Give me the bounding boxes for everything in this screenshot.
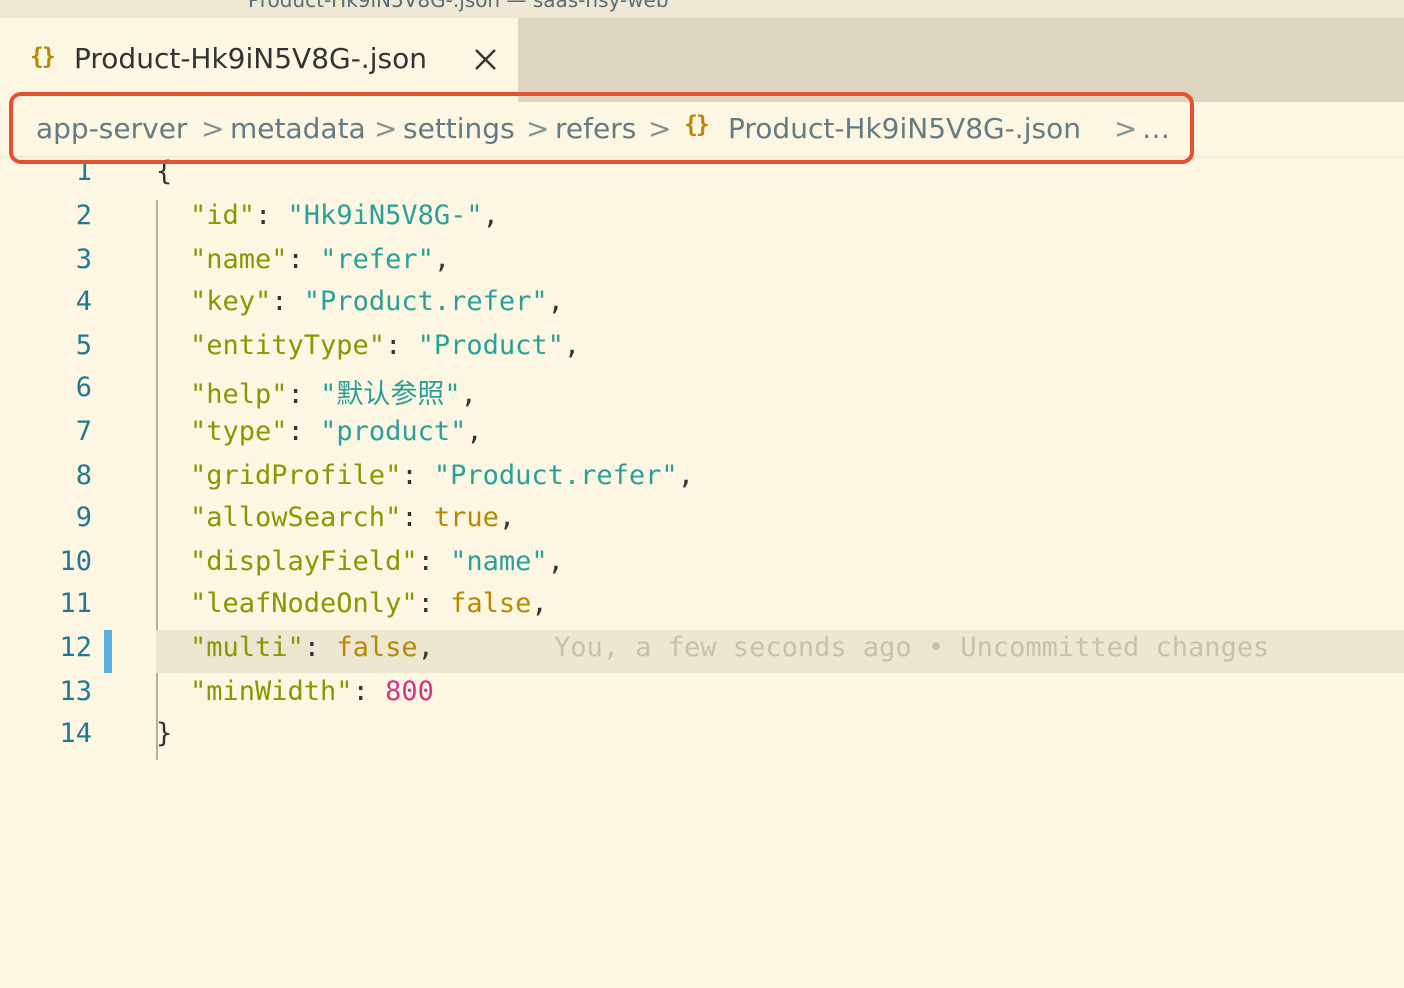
code-line[interactable]: 4 "key": "Product.refer", xyxy=(0,286,1404,329)
json-value: 800 xyxy=(385,676,434,707)
code-line[interactable]: 5 "entityType": "Product", xyxy=(0,330,1404,373)
code-line[interactable]: 10 "displayField": "name", xyxy=(0,546,1404,589)
code-line[interactable]: 2 "id": "Hk9iN5V8G-", xyxy=(0,200,1404,243)
json-value: "Product" xyxy=(417,330,564,361)
breadcrumb-item-app-server[interactable]: app-server xyxy=(36,112,187,145)
close-icon-graphic xyxy=(475,49,496,70)
json-value: true xyxy=(433,502,499,533)
line-number: 1 xyxy=(75,156,92,187)
line-number: 4 xyxy=(75,286,92,317)
tab-product-json[interactable]: {} Product-Hk9iN5V8G-.json xyxy=(0,18,518,102)
json-key: "minWidth" xyxy=(190,676,353,707)
json-value: "Hk9iN5V8G-" xyxy=(287,200,483,231)
code-line[interactable]: 8 "gridProfile": "Product.refer", xyxy=(0,460,1404,503)
tab-bar: {} Product-Hk9iN5V8G-.json xyxy=(0,18,1404,102)
code-line[interactable]: 14 } xyxy=(0,718,1404,761)
breadcrumb: app-server > metadata > settings > refer… xyxy=(0,102,1404,156)
json-braces-icon: {} xyxy=(684,112,710,138)
line-number: 2 xyxy=(75,200,92,231)
breadcrumb-item-settings[interactable]: settings xyxy=(403,112,515,145)
breadcrumb-separator: > xyxy=(1114,112,1138,145)
json-key: "type" xyxy=(190,416,288,447)
code-text: { xyxy=(156,156,173,187)
json-value: "Product.refer" xyxy=(433,460,678,491)
code-line[interactable]: 3 "name": "refer", xyxy=(0,244,1404,287)
json-value: "product" xyxy=(320,416,467,447)
breadcrumb-separator: > xyxy=(526,112,550,145)
line-number: 11 xyxy=(59,588,92,619)
json-key: "displayField" xyxy=(190,546,418,577)
git-blame-annotation: You, a few seconds ago • Uncommitted cha… xyxy=(554,632,1270,663)
json-value: "name" xyxy=(450,546,548,577)
window-title: Product-Hk9iN5V8G-.json — saas-nsy-web xyxy=(248,0,669,12)
code-text: } xyxy=(156,718,173,749)
json-key: "help" xyxy=(190,379,288,410)
code-line[interactable]: 13 "minWidth": 800 xyxy=(0,676,1404,719)
breadcrumb-item-symbols[interactable]: … xyxy=(1142,112,1170,145)
line-number: 6 xyxy=(75,372,92,403)
json-key: "allowSearch" xyxy=(190,502,402,533)
json-key: "multi" xyxy=(190,632,304,663)
json-key: "gridProfile" xyxy=(190,460,402,491)
line-number: 3 xyxy=(75,244,92,275)
breadcrumb-item-refers[interactable]: refers xyxy=(555,112,636,145)
json-value: "Product.refer" xyxy=(303,286,548,317)
window-titlebar: Product-Hk9iN5V8G-.json — saas-nsy-web xyxy=(0,0,1404,18)
breadcrumb-separator: > xyxy=(374,112,398,145)
line-number: 10 xyxy=(59,546,92,577)
close-icon[interactable] xyxy=(470,45,500,75)
line-number: 13 xyxy=(59,676,92,707)
code-editor[interactable]: 1 { 2 "id": "Hk9iN5V8G-", 3 "name": "ref… xyxy=(0,156,1404,988)
json-key: "leafNodeOnly" xyxy=(190,588,418,619)
code-line[interactable]: 1 { xyxy=(0,156,1404,199)
code-line[interactable]: 7 "type": "product", xyxy=(0,416,1404,459)
line-number: 12 xyxy=(59,632,92,663)
json-value: "默认参照" xyxy=(320,379,461,410)
tab-label: Product-Hk9iN5V8G-.json xyxy=(74,42,427,75)
breadcrumb-item-metadata[interactable]: metadata xyxy=(230,112,366,145)
code-line[interactable]: 11 "leafNodeOnly": false, xyxy=(0,588,1404,631)
json-value: "refer" xyxy=(320,244,434,275)
json-key: "id" xyxy=(190,200,256,231)
line-number: 7 xyxy=(75,416,92,447)
line-number: 5 xyxy=(75,330,92,361)
breadcrumb-separator: > xyxy=(201,112,225,145)
line-number: 9 xyxy=(75,502,92,533)
line-number: 8 xyxy=(75,460,92,491)
json-key: "entityType" xyxy=(190,330,386,361)
json-key: "key" xyxy=(190,286,272,317)
json-value: false xyxy=(450,588,532,619)
code-line-current[interactable]: 12 "multi": false, You, a few seconds ag… xyxy=(0,632,1404,675)
json-value: false xyxy=(336,632,418,663)
breadcrumb-separator: > xyxy=(648,112,672,145)
code-line[interactable]: 9 "allowSearch": true, xyxy=(0,502,1404,545)
json-braces-icon: {} xyxy=(30,44,56,70)
code-line[interactable]: 6 "help": "默认参照", xyxy=(0,372,1404,415)
breadcrumb-item-file[interactable]: Product-Hk9iN5V8G-.json xyxy=(728,112,1081,145)
json-key: "name" xyxy=(190,244,288,275)
line-number: 14 xyxy=(59,718,92,749)
